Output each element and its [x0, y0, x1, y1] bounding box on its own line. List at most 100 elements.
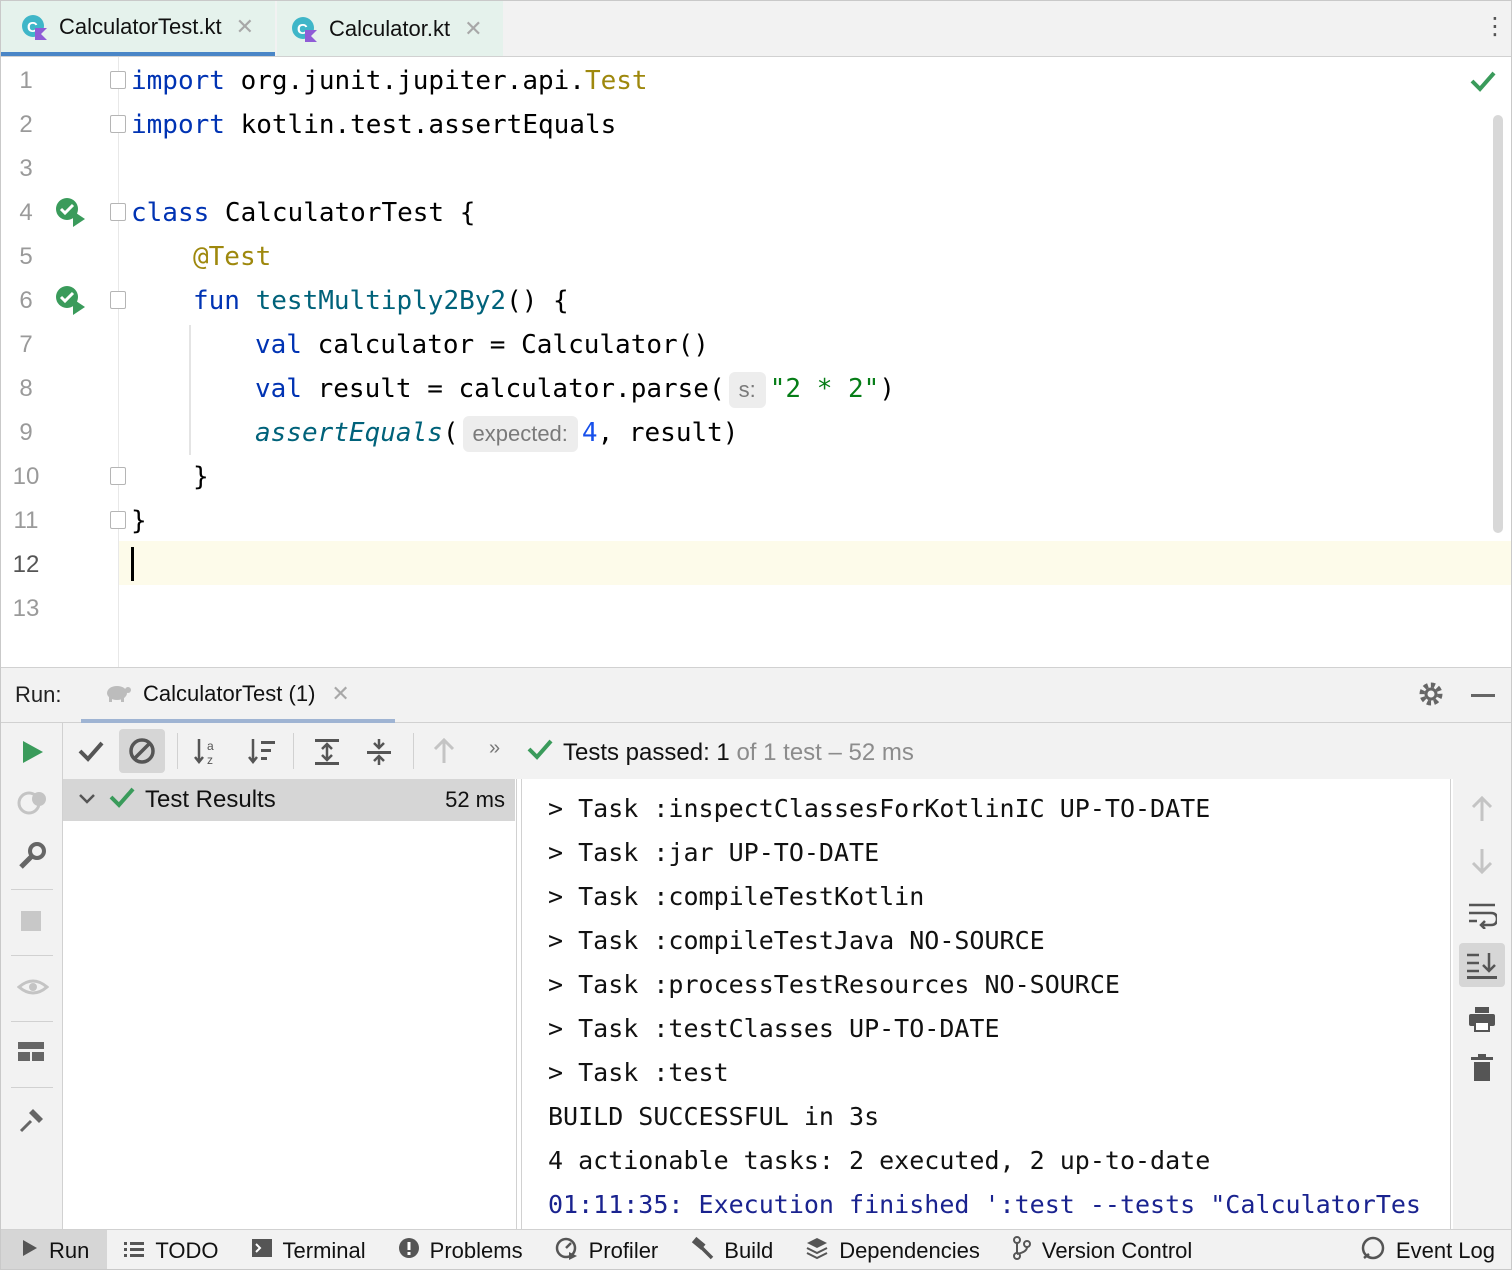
svg-text:a: a: [207, 739, 214, 753]
eye-icon[interactable]: [16, 975, 50, 1006]
console-line: > Task :compileTestKotlin: [548, 882, 925, 911]
console-output[interactable]: > Task :inspectClassesForKotlinIC UP-TO-…: [521, 779, 1451, 1229]
layout-icon[interactable]: [17, 1041, 45, 1068]
rerun-failed-icon[interactable]: [17, 787, 47, 822]
run-tool-button[interactable]: Run: [1, 1229, 108, 1269]
console-line: BUILD SUCCESSFUL in 3s: [548, 1102, 880, 1131]
line-number: 8: [19, 375, 33, 402]
show-passed-icon[interactable]: [77, 739, 105, 768]
down-arrow-icon[interactable]: [1469, 847, 1495, 880]
number-literal: 4: [581, 418, 598, 448]
close-icon[interactable]: ✕: [331, 681, 349, 707]
keyword: class: [131, 198, 210, 228]
console-line: > Task :compileTestJava NO-SOURCE: [548, 926, 1045, 955]
kotlin-file-icon: C: [21, 14, 47, 40]
profiler-tool-button[interactable]: Profiler: [539, 1230, 675, 1270]
fold-icon[interactable]: [110, 203, 126, 221]
trash-icon[interactable]: [1469, 1053, 1495, 1088]
fold-icon[interactable]: [110, 115, 126, 133]
code-text: calculator = Calculator(): [301, 330, 709, 360]
console-line: > Task :test: [548, 1058, 729, 1087]
code-editor[interactable]: 1 2 3 4 5 6 7 8 9 10 11 12 13 import org…: [1, 57, 1511, 667]
more-actions-icon[interactable]: »: [489, 737, 500, 760]
tool-label: TODO: [155, 1237, 219, 1263]
tree-row-test-results[interactable]: Test Results 52 ms: [63, 779, 515, 821]
function-call: assertEquals: [255, 418, 443, 448]
version-control-tool-button[interactable]: Version Control: [996, 1230, 1208, 1270]
tool-label: Event Log: [1395, 1237, 1495, 1263]
scroll-to-end-button[interactable]: [1459, 943, 1505, 987]
code-line: val calculator = Calculator(): [255, 323, 709, 367]
stop-icon[interactable]: [21, 911, 41, 931]
close-icon[interactable]: ✕: [464, 16, 482, 42]
run-label: Run:: [15, 682, 62, 707]
separator: [11, 1021, 53, 1022]
branch-icon: [1012, 1235, 1032, 1266]
todo-tool-button[interactable]: TODO: [107, 1230, 234, 1270]
fold-icon[interactable]: [110, 71, 126, 89]
gear-icon[interactable]: [1417, 680, 1445, 713]
test-results-tree: Test Results 52 ms: [63, 779, 517, 1229]
build-tool-button[interactable]: Build: [674, 1230, 789, 1270]
text-caret: [131, 547, 134, 581]
collapse-all-icon[interactable]: [365, 737, 393, 772]
pin-icon[interactable]: [17, 1105, 47, 1140]
minimize-icon[interactable]: [1471, 694, 1495, 697]
keyword: val: [255, 330, 302, 360]
close-icon[interactable]: ✕: [236, 14, 254, 40]
problems-tool-button[interactable]: Problems: [382, 1230, 539, 1270]
tab-label: CalculatorTest.kt: [59, 13, 222, 39]
sort-by-duration-icon[interactable]: [247, 737, 277, 772]
wrench-icon[interactable]: [17, 841, 47, 876]
separator: [293, 733, 294, 769]
test-toolbar: az » Tests passed: 1 of 1 test – 52 ms: [63, 723, 1511, 779]
keyword: fun: [193, 286, 240, 316]
run-config-tab[interactable]: CalculatorTest (1) ✕: [81, 668, 395, 723]
chevron-down-icon[interactable]: [77, 786, 97, 814]
separator: [11, 889, 53, 890]
previous-failed-icon[interactable]: [431, 737, 457, 770]
line-number: 6: [19, 287, 33, 314]
up-arrow-icon[interactable]: [1469, 795, 1495, 828]
console-line: > Task :testClasses UP-TO-DATE: [548, 1014, 1000, 1043]
no-problems-check-icon[interactable]: [1469, 67, 1497, 95]
code-line: }: [193, 455, 209, 499]
parameter-hint: s:: [728, 371, 766, 408]
fold-icon[interactable]: [110, 511, 126, 529]
fold-icon[interactable]: [110, 467, 126, 485]
more-options-icon[interactable]: ⋮: [1483, 15, 1507, 39]
event-log-tool-button[interactable]: Event Log: [1344, 1230, 1511, 1270]
separator: [177, 733, 178, 769]
tool-label: Run: [49, 1237, 90, 1263]
line-number: 13: [12, 595, 40, 622]
fold-icon[interactable]: [110, 291, 126, 309]
separator: [11, 955, 53, 956]
sort-alphabetically-icon[interactable]: az: [193, 737, 223, 772]
terminal-tool-button[interactable]: Terminal: [235, 1230, 382, 1270]
line-number: 11: [13, 507, 39, 534]
run-left-toolbar: [1, 723, 63, 1229]
soft-wrap-icon[interactable]: [1467, 901, 1499, 934]
expand-all-icon[interactable]: [313, 737, 341, 772]
keyword: import: [131, 110, 225, 140]
code-line: import kotlin.test.assertEquals: [131, 103, 616, 147]
code-text: }: [193, 462, 209, 492]
tree-root-label: Test Results: [145, 786, 276, 813]
separator: [413, 733, 414, 769]
function-name: testMultiply2By2: [255, 286, 507, 316]
print-icon[interactable]: [1467, 1005, 1497, 1038]
show-ignored-button[interactable]: [119, 729, 165, 773]
run-test-class-icon[interactable]: [55, 197, 87, 227]
editor-scrollbar[interactable]: [1493, 115, 1503, 533]
code-text: (: [442, 418, 459, 448]
code-text: , result): [597, 418, 739, 448]
kotlin-file-icon: C: [291, 16, 317, 42]
tab-calculator[interactable]: C Calculator.kt ✕: [277, 1, 503, 56]
code-text: }: [131, 506, 147, 536]
indent-guide: [189, 325, 191, 455]
passed-check-icon: [527, 737, 553, 768]
dependencies-tool-button[interactable]: Dependencies: [789, 1230, 996, 1270]
rerun-icon[interactable]: [19, 739, 45, 770]
tab-calculatortest[interactable]: C CalculatorTest.kt ✕: [1, 1, 275, 56]
run-test-method-icon[interactable]: [55, 285, 87, 315]
